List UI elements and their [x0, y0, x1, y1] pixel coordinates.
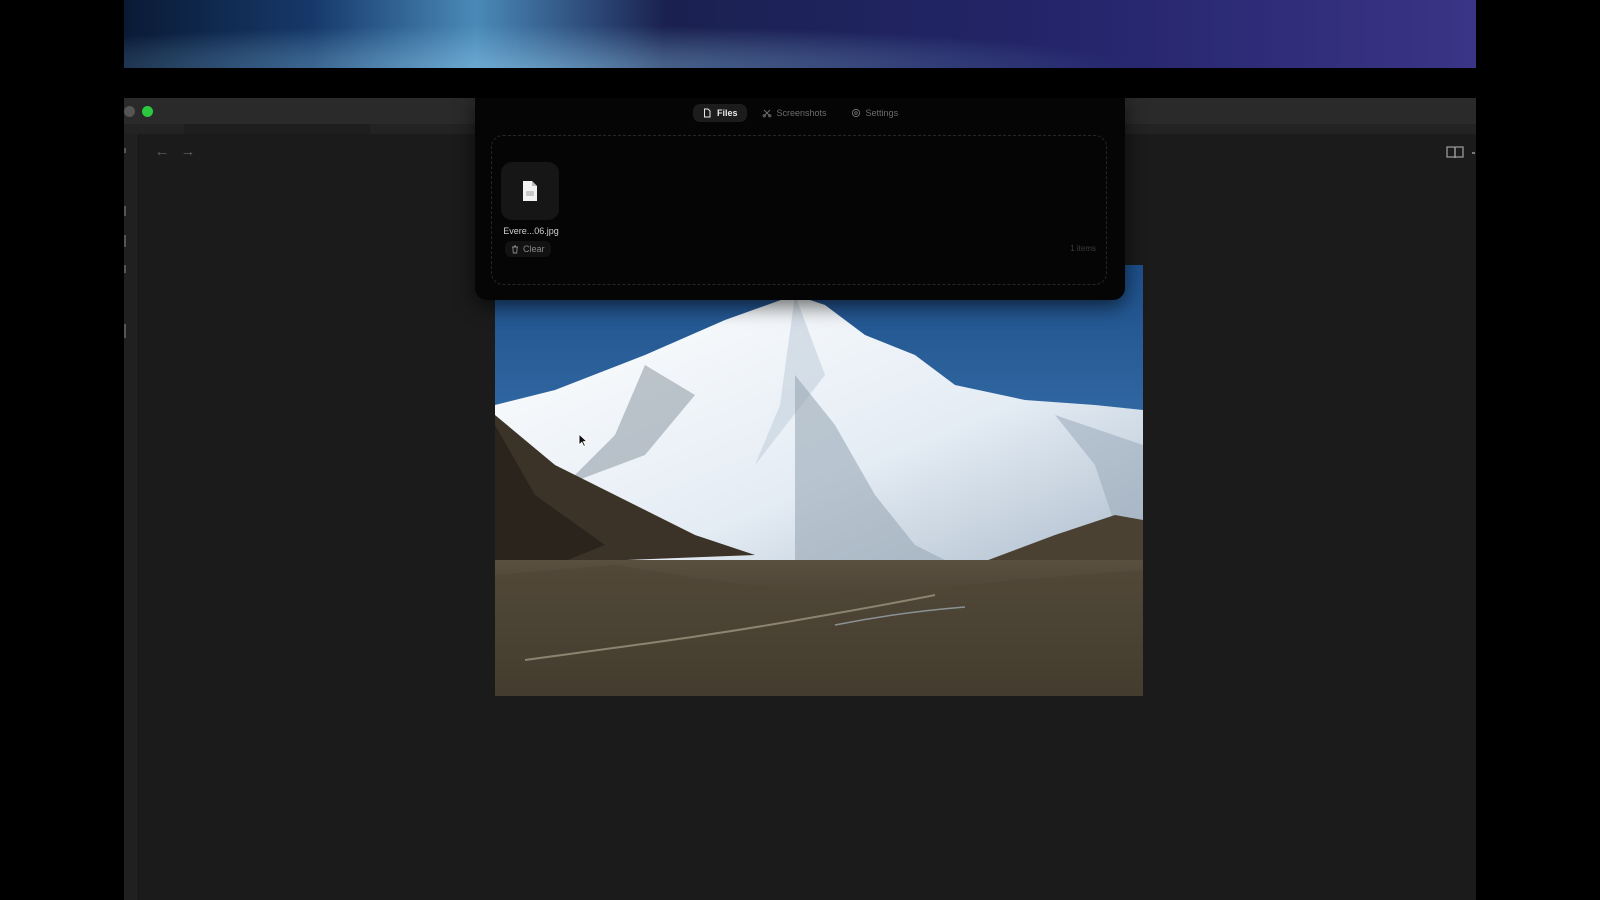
- trash-icon: [512, 245, 518, 253]
- tab-settings-label: Settings: [865, 108, 899, 118]
- tab-screenshots-label: Screenshots: [776, 108, 827, 118]
- document-icon: [523, 181, 537, 201]
- clear-button-label: Clear: [523, 244, 545, 254]
- book-open-icon[interactable]: [1444, 142, 1466, 162]
- tab-files[interactable]: Files: [693, 104, 747, 122]
- desktop-wallpaper: [124, 0, 1476, 68]
- screenshots-icon: [762, 109, 771, 118]
- file-name: Evere...06.jpg: [503, 226, 559, 236]
- file-item[interactable]: [501, 162, 559, 220]
- tab-settings[interactable]: Settings: [842, 104, 908, 122]
- mouse-pointer-icon: [578, 433, 588, 447]
- arrow-left-icon[interactable]: ←: [152, 142, 172, 162]
- window-control-zoom[interactable]: [142, 106, 153, 117]
- panel-tab-bar: Files Screenshots Settings: [693, 104, 907, 124]
- drop-zone[interactable]: Evere...06.jpg Clear 1 items: [491, 135, 1107, 285]
- arrow-right-icon[interactable]: →: [178, 142, 198, 162]
- files-icon: [704, 108, 711, 118]
- clear-button[interactable]: Clear: [505, 241, 551, 257]
- items-count: 1 items: [1070, 244, 1096, 253]
- dropover-panel: Files Screenshots Settings Evere...06.jp…: [475, 98, 1125, 300]
- image-preview: [495, 265, 1143, 696]
- sidebar-rail: [124, 134, 139, 900]
- window-control-minimize[interactable]: [124, 106, 135, 117]
- settings-icon: [851, 108, 860, 118]
- tab-screenshots[interactable]: Screenshots: [753, 104, 836, 122]
- tab-current[interactable]: [184, 124, 370, 134]
- tab-files-label: Files: [717, 108, 738, 118]
- more-menu-icon[interactable]: [1472, 152, 1475, 154]
